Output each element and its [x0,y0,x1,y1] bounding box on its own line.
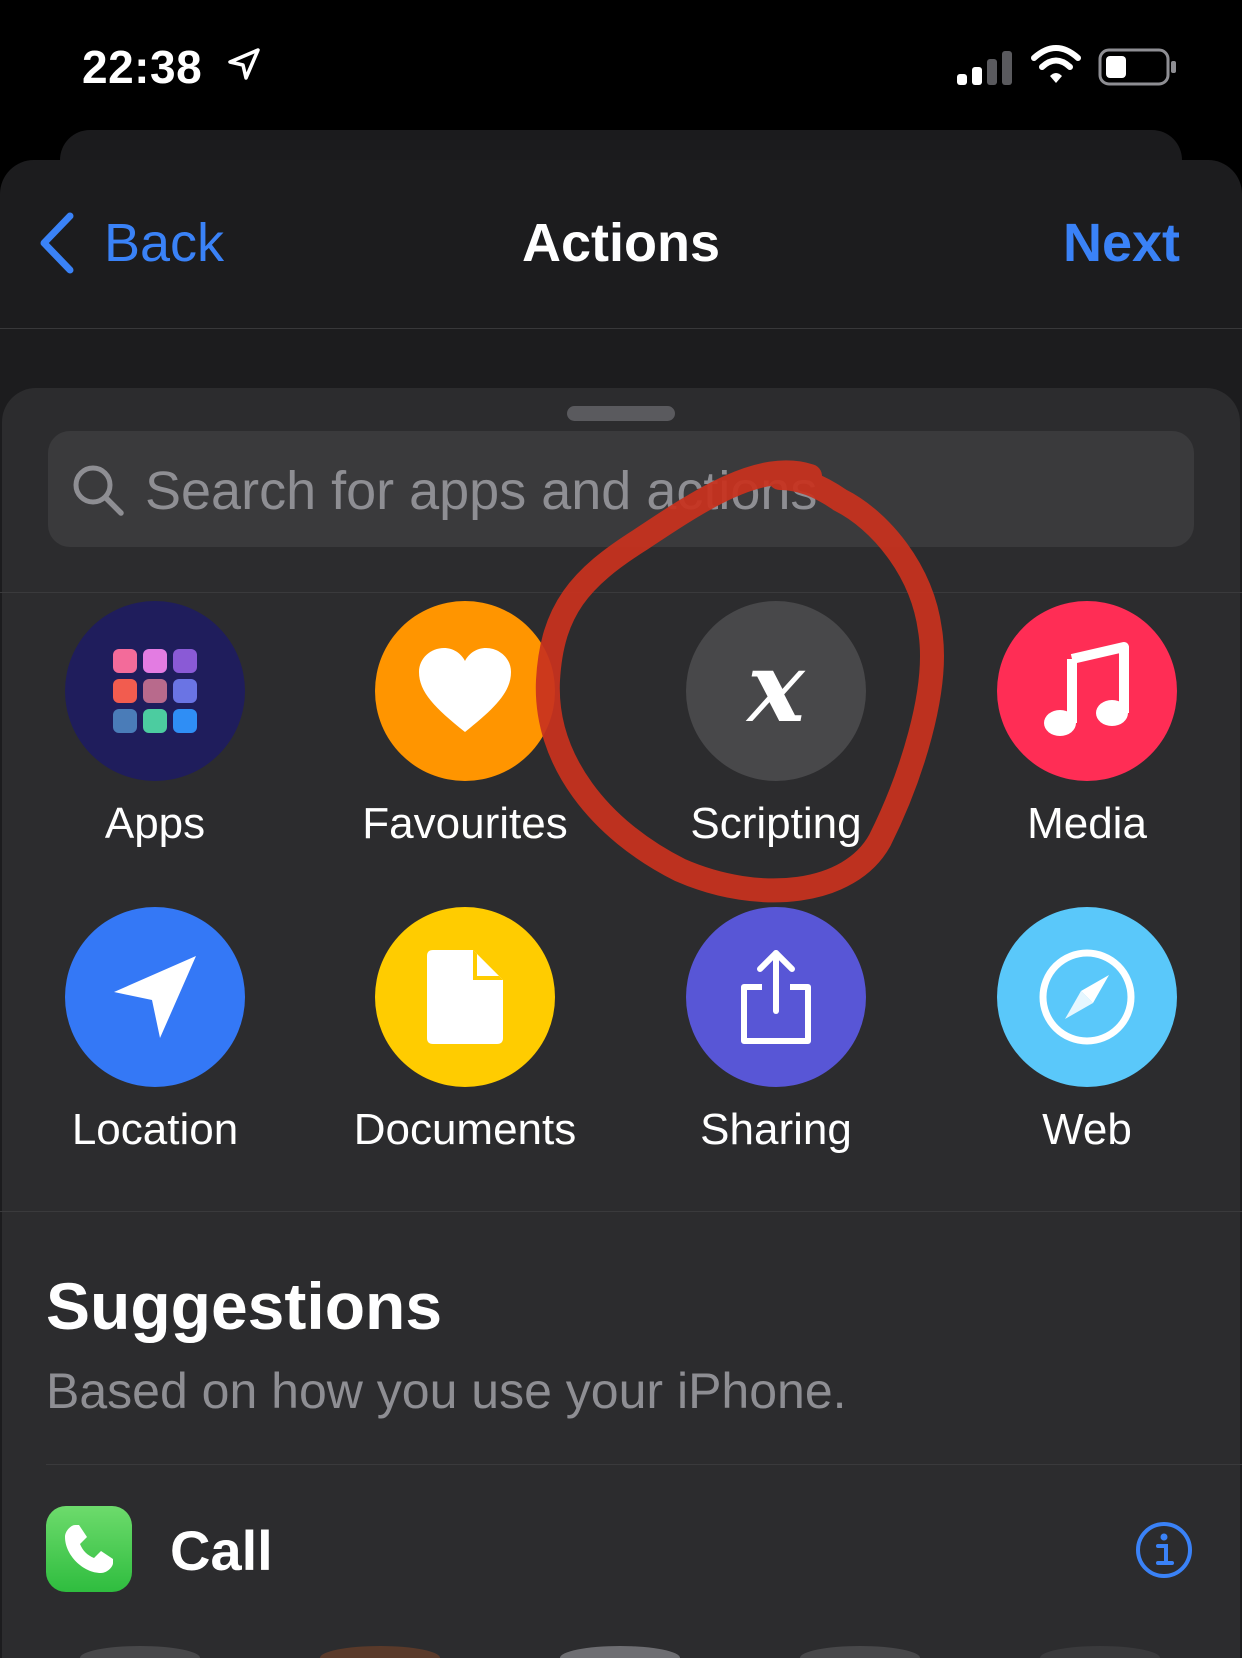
category-label: Location [71,1105,239,1154]
battery-icon [1098,48,1176,86]
category-sharing[interactable]: Sharing [631,907,921,1155]
suggestions-title: Suggestions [46,1269,443,1343]
category-scripting[interactable]: x Scripting [631,601,921,849]
document-icon [427,950,503,1044]
category-favourites-icon-bg [375,601,555,781]
status-time: 22:38 [82,41,203,93]
category-web-icon-bg [997,907,1177,1087]
category-label: Web [1042,1105,1132,1154]
suggestions-subtitle: Based on how you use your iPhone. [46,1363,847,1419]
divider [0,592,1242,593]
category-media[interactable]: Media [942,601,1232,849]
category-favourites[interactable]: Favourites [320,601,610,849]
category-apps-icon-bg [65,601,245,781]
category-label: Documents [353,1105,577,1154]
status-bar: 22:38 [0,0,1242,130]
location-arrow-icon [114,956,196,1038]
music-note-icon [1044,642,1129,736]
category-location-icon-bg [65,907,245,1087]
cellular-signal-icon [957,51,1012,85]
compass-icon [1039,949,1135,1045]
apps-grid-icon [113,649,197,733]
category-apps[interactable]: Apps [10,601,300,849]
search-icon [73,465,124,516]
category-documents-icon-bg [375,907,555,1087]
wifi-icon [1031,45,1081,83]
phone-app-icon [46,1506,132,1592]
scripting-x-icon: x [747,631,805,744]
sheet-grabber[interactable] [567,406,675,421]
category-label: Favourites [362,799,568,848]
category-label: Media [1027,799,1147,848]
category-label: Scripting [690,799,862,848]
category-label: Apps [104,799,206,848]
category-scripting-icon-bg: x [686,601,866,781]
category-sharing-icon-bg [686,907,866,1087]
next-button[interactable]: Next [1063,212,1180,274]
category-label: Sharing [700,1105,852,1154]
info-icon[interactable] [1134,1520,1194,1580]
heart-icon [419,648,511,732]
share-icon [741,950,811,1044]
next-suggestions-peek [80,1646,1160,1658]
category-location[interactable]: Location [10,907,300,1155]
phone-icon [65,1525,113,1573]
category-documents[interactable]: Documents [320,907,610,1155]
page-title: Actions [521,213,721,273]
location-arrow-icon [228,48,260,80]
category-media-icon-bg [997,601,1177,781]
suggestion-label: Call [170,1519,273,1582]
search-input[interactable]: Search for apps and actions [145,460,817,522]
category-web[interactable]: Web [942,907,1232,1155]
divider [0,1211,1242,1212]
